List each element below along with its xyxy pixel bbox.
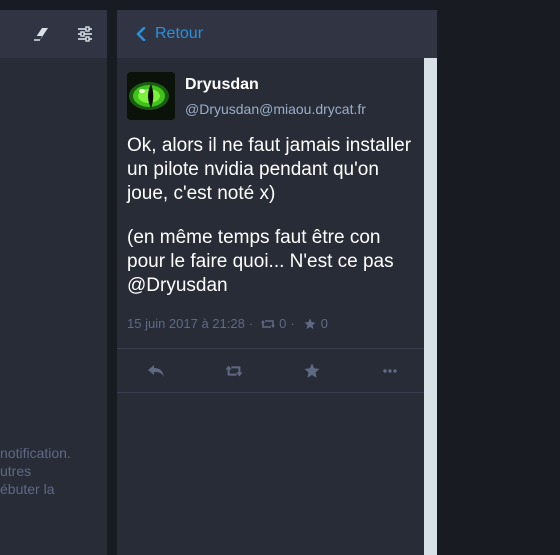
boost-icon	[261, 319, 276, 328]
status-paragraph: Ok, alors il ne faut jamais installer un…	[127, 135, 412, 204]
reblogs-count: 0	[279, 316, 287, 331]
favourites-count: 0	[320, 316, 328, 331]
back-label: Retour	[155, 25, 204, 42]
sliders-icon[interactable]	[75, 24, 95, 44]
chevron-left-icon	[136, 27, 146, 41]
status-detail: Dryusdan @Dryusdan@miaou.drycat.fr Ok, a…	[117, 58, 424, 348]
back-button[interactable]: Retour	[135, 10, 203, 58]
account-handle[interactable]: @Dryusdan@miaou.drycat.fr	[185, 101, 366, 117]
star-icon	[304, 317, 316, 329]
favourite-icon	[304, 363, 320, 378]
display-name[interactable]: Dryusdan	[185, 76, 259, 94]
more-options-button[interactable]	[370, 349, 410, 392]
notice-line: utres	[0, 463, 32, 479]
status-content: Ok, alors il ne faut jamais installer un…	[127, 134, 422, 318]
empty-area	[437, 10, 560, 555]
notifications-header	[0, 10, 107, 58]
more-icon	[383, 368, 397, 373]
status-paragraph: (en même temps faut être con pour le fai…	[127, 227, 394, 296]
scrollbar[interactable]	[424, 58, 437, 555]
status-timestamp[interactable]: 15 juin 2017 à 21:28	[127, 316, 245, 331]
eraser-icon[interactable]	[31, 24, 51, 44]
favourite-button[interactable]	[292, 349, 332, 392]
status-detail-column: Retour Dryusdan @Dryusdan@miaou.drycat.f…	[117, 10, 437, 555]
column-header: Retour	[117, 10, 437, 58]
notice-line: notification.	[0, 445, 71, 461]
status-meta: 15 juin 2017 à 21:28 · 0 · 0	[127, 316, 328, 331]
notifications-column: notification. utres ébuter la	[0, 10, 107, 555]
avatar[interactable]	[127, 72, 175, 120]
meta-separator: ·	[290, 316, 295, 331]
status-action-bar	[117, 348, 424, 393]
notice-line: ébuter la	[0, 481, 55, 497]
boost-icon	[225, 365, 243, 376]
boost-button[interactable]	[214, 349, 254, 392]
reply-icon	[148, 364, 164, 377]
meta-separator: ·	[248, 316, 254, 331]
reply-button[interactable]	[136, 349, 176, 392]
empty-notifications-text: notification. utres ébuter la	[0, 444, 107, 498]
